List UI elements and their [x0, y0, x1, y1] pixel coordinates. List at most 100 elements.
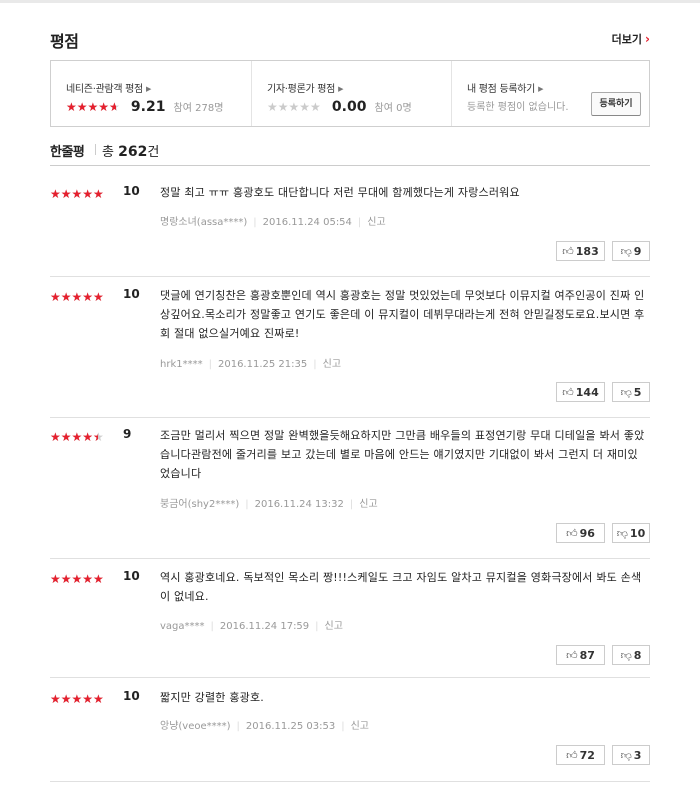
divider: | — [208, 359, 212, 370]
report-link[interactable]: 신고 — [323, 359, 341, 370]
review-reactions: 👍︎ 87 👎︎ 8 — [556, 645, 650, 665]
rating-summary-box: 네티즌·관람객 평점 ▶ ★★★★★ ★★★★★ 9.21 참여 278명 기자·평… — [50, 60, 650, 127]
my-rating: 내 평점 등록하기 ▶ 등록한 평점이 없습니다. 등록하기 — [451, 61, 650, 126]
star-icon-group: ★★★★★★★★★★ — [50, 289, 104, 304]
like-button[interactable]: 👍︎ 72 — [556, 745, 605, 765]
divider: | — [253, 217, 257, 228]
thumbs-down-icon: 👎︎ — [616, 527, 628, 540]
comment-section-label: 한줄평 — [50, 145, 85, 160]
caret-right-icon: ▶ — [338, 85, 344, 93]
report-link[interactable]: 신고 — [367, 217, 385, 228]
review-text: 정말 최고 ㅠㅠ 홍광호도 대단합니다 저런 무대에 함께했다는게 자랑스러워요 — [160, 186, 520, 199]
review-item: ★★★★★★★★★★ 9 조금만 멀리서 찍으면 정말 완벽했을듯해요하지만 그만큼… — [50, 426, 650, 559]
review-item: ★★★★★ ★★★★★ 10 정말 최고 ㅠㅠ 홍광호도 대단합니다 저런 무대에 함… — [50, 183, 650, 277]
star-icon-group: ★★★★★★★★★★ — [50, 571, 104, 586]
dislike-button[interactable]: 👎︎ 8 — [612, 645, 650, 665]
netizen-rating-link[interactable]: 네티즌·관람객 평점 ▶ — [66, 80, 151, 95]
dislike-count: 8 — [633, 649, 642, 662]
divider: | — [315, 621, 319, 632]
review-score: 10 — [123, 184, 140, 198]
review-star-rating: ★★★★★★★★★★ — [50, 426, 104, 445]
critic-rating-link[interactable]: 기자·평론가 평점 ▶ — [267, 80, 343, 95]
netizen-rating: 네티즌·관람객 평점 ▶ ★★★★★ ★★★★★ 9.21 참여 278명 — [51, 61, 251, 126]
register-rating-button[interactable]: 등록하기 — [591, 92, 641, 116]
like-count: 87 — [579, 649, 595, 662]
review-author[interactable]: 붕금어(shy2****) — [160, 499, 239, 510]
divider: | — [313, 359, 317, 370]
review-date: 2016.11.25 03:53 — [245, 721, 336, 732]
review-author[interactable]: 명랑소녀(assa****) — [160, 217, 247, 228]
my-rating-label: 내 평점 등록하기 — [467, 84, 536, 95]
star-icon-group: ★★★★★★★★★★ — [50, 186, 104, 201]
review-item: ★★★★★ ★★★★★ 10 댓글에 연기칭찬은 홍광호뿐인데 역시 홍광호는 정말 … — [50, 286, 650, 418]
comment-total: 총 262건 — [102, 141, 159, 160]
review-item: ★★★★★ ★★★★★ 10 역시 홍광호네요. 독보적인 목소리 짱!!!스케일도 … — [50, 569, 650, 678]
thumbs-down-icon: 👎︎ — [620, 245, 632, 258]
dislike-button[interactable]: 👎︎ 9 — [612, 241, 650, 261]
top-divider — [0, 0, 700, 3]
critic-participants: 참여 0명 — [374, 103, 412, 114]
dislike-count: 3 — [633, 749, 642, 762]
section-title: 평점 — [50, 32, 79, 51]
dislike-count: 10 — [629, 527, 646, 540]
review-score: 10 — [123, 569, 140, 583]
review-meta: vaga**** | 2016.11.24 17:59 | 신고 — [160, 617, 343, 632]
like-count: 183 — [575, 245, 599, 258]
like-button[interactable]: 👍︎ 144 — [556, 382, 605, 402]
thumbs-down-icon: 👎︎ — [620, 749, 632, 762]
review-author[interactable]: 앙냥(veoe****) — [160, 721, 231, 732]
report-link[interactable]: 신고 — [359, 499, 377, 510]
thumbs-down-icon: 👎︎ — [620, 649, 632, 662]
divider: | — [349, 499, 354, 510]
review-author[interactable]: hrk1**** — [160, 359, 203, 370]
total-prefix: 총 — [102, 145, 114, 160]
netizen-star-rating: ★★★★★ ★★★★★ — [66, 99, 120, 114]
star-icon-group: ★★★★★★★★★★ — [50, 691, 104, 706]
review-text: 조금만 멀리서 찍으면 정말 완벽했을듯해요하지만 그만큼 배우들의 표정연기랑… — [160, 429, 645, 480]
section-header: 평점 더보기 › — [50, 28, 650, 51]
review-star-rating: ★★★★★★★★★★ — [50, 183, 104, 202]
review-reactions: 👍︎ 96 👎︎ 10 — [556, 523, 650, 543]
review-star-rating: ★★★★★★★★★★ — [50, 286, 104, 305]
like-count: 96 — [579, 527, 595, 540]
review-date: 2016.11.24 17:59 — [219, 621, 310, 632]
more-label: 더보기 — [611, 33, 643, 46]
my-rating-desc: 등록한 평점이 없습니다. — [467, 102, 569, 113]
my-rating-link[interactable]: 내 평점 등록하기 ▶ — [467, 80, 543, 95]
report-link[interactable]: 신고 — [325, 621, 343, 632]
chevron-right-icon: › — [645, 32, 650, 46]
dislike-button[interactable]: 👎︎ 5 — [612, 382, 650, 402]
review-reactions: 👍︎ 72 👎︎ 3 — [556, 745, 650, 765]
review-meta: hrk1**** | 2016.11.25 21:35 | 신고 — [160, 355, 341, 370]
review-date: 2016.11.24 05:54 — [262, 217, 352, 228]
report-link[interactable]: 신고 — [351, 721, 369, 732]
like-button[interactable]: 👍︎ 183 — [556, 241, 605, 261]
review-reactions: 👍︎ 144 👎︎ 5 — [556, 382, 650, 402]
thumbs-up-icon: 👍︎ — [566, 527, 578, 540]
divider: | — [357, 217, 362, 228]
like-button[interactable]: 👍︎ 96 — [556, 523, 605, 543]
review-score: 9 — [123, 427, 132, 441]
dislike-count: 5 — [633, 386, 642, 399]
critic-score: 0.00 — [331, 98, 367, 115]
dislike-button[interactable]: 👎︎ 3 — [612, 745, 650, 765]
critic-rating: 기자·평론가 평점▶ ★★★★★★★★★★ 0.00 참여 0명 — [251, 61, 452, 126]
dislike-button[interactable]: 👎︎ 10 — [612, 523, 650, 543]
review-date: 2016.11.24 13:32 — [254, 499, 344, 510]
review-reactions: 👍︎ 183 👎︎ 9 — [556, 241, 650, 261]
divider: | — [245, 499, 249, 510]
review-author[interactable]: vaga**** — [160, 621, 205, 632]
review-meta: 붕금어(shy2****) | 2016.11.24 13:32 | 신고 — [160, 495, 378, 510]
netizen-rating-label: 네티즌·관람객 평점 — [66, 84, 143, 95]
comment-count-header: 한줄평 총 262건 — [50, 140, 650, 166]
like-count: 144 — [575, 386, 599, 399]
caret-right-icon: ▶ — [538, 85, 544, 93]
more-link[interactable]: 더보기 › — [612, 31, 650, 47]
review-date: 2016.11.25 21:35 — [217, 359, 308, 370]
review-meta: 앙냥(veoe****) | 2016.11.25 03:53 | 신고 — [160, 717, 369, 732]
divider: | — [341, 721, 345, 732]
critic-rating-label: 기자·평론가 평점 — [267, 84, 336, 95]
review-text: 댓글에 연기칭찬은 홍광호뿐인데 역시 홍광호는 정말 멋있었는데 무엇보다 이… — [160, 289, 645, 340]
like-button[interactable]: 👍︎ 87 — [556, 645, 605, 665]
total-count: 262 — [118, 144, 148, 160]
